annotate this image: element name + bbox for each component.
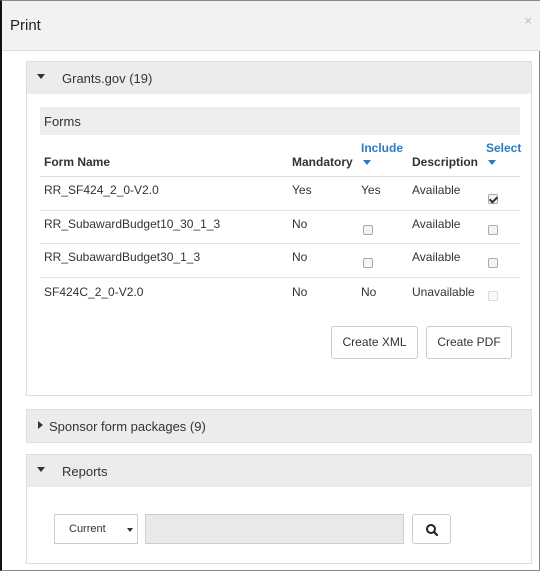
select-checkbox[interactable] [488, 225, 498, 235]
table-row-form-name: SF424C_2_0-V2.0 [44, 285, 144, 299]
reports-panel-title: Reports [62, 464, 108, 479]
reports-panel-header[interactable]: Reports [27, 455, 531, 487]
report-search-input[interactable] [145, 514, 404, 544]
table-row-description: Unavailable [412, 285, 475, 299]
create-pdf-button[interactable]: Create PDF [426, 326, 512, 359]
column-header-form-name: Form Name [44, 155, 111, 169]
forms-section-header: Forms [40, 107, 520, 135]
select-checkbox[interactable] [488, 194, 498, 204]
column-header-mandatory: Mandatory [292, 155, 353, 169]
include-checkbox[interactable] [363, 258, 373, 268]
column-header-include[interactable]: Include [361, 141, 403, 155]
table-header-divider [40, 176, 520, 177]
search-button[interactable] [412, 514, 451, 544]
row-divider [40, 277, 520, 278]
select-checkbox [488, 291, 498, 301]
report-filter-select[interactable]: Current [54, 514, 138, 544]
chevron-down-icon [37, 467, 45, 472]
column-header-select[interactable]: Select [486, 141, 521, 155]
row-divider [40, 243, 520, 244]
chevron-down-icon [127, 528, 133, 532]
search-icon [426, 524, 439, 537]
close-icon[interactable]: × [524, 13, 532, 28]
include-header-label: Include [361, 141, 404, 155]
table-row-mandatory: Yes [292, 183, 312, 197]
row-divider [40, 210, 520, 211]
grants-panel-title: Grants.gov (19) [62, 71, 153, 86]
dialog-title: Print [10, 17, 41, 34]
table-row-form-name: RR_SF424_2_0-V2.0 [44, 183, 159, 197]
select-checkbox[interactable] [488, 258, 498, 268]
sponsor-panel: Sponsor form packages (9) [26, 409, 532, 443]
print-dialog: Print × Grants.gov (19) Forms Form Name … [0, 0, 540, 571]
include-sort-caret-icon[interactable] [363, 160, 371, 165]
table-row-mandatory: No [292, 250, 308, 264]
sponsor-panel-title: Sponsor form packages (9) [49, 419, 206, 434]
column-header-description: Description [412, 155, 479, 169]
select-sort-caret-icon[interactable] [488, 160, 496, 165]
dialog-header: Print × [2, 1, 540, 51]
report-filter-value: Current [69, 523, 106, 535]
table-row-mandatory: No [292, 285, 308, 299]
include-checkbox[interactable] [363, 225, 373, 235]
table-row-include: Yes [361, 183, 381, 197]
chevron-right-icon [38, 421, 43, 429]
select-header-label: Select [486, 141, 522, 155]
reports-panel: Reports [26, 454, 532, 564]
create-xml-button[interactable]: Create XML [331, 326, 418, 359]
table-row-include: No [361, 285, 377, 299]
grants-panel-header[interactable]: Grants.gov (19) [27, 62, 531, 94]
chevron-down-icon [37, 74, 45, 79]
table-row-form-name: RR_SubawardBudget30_1_3 [44, 250, 201, 264]
sponsor-panel-header[interactable]: Sponsor form packages (9) [27, 410, 531, 442]
table-row-description: Available [412, 250, 461, 264]
table-row-form-name: RR_SubawardBudget10_30_1_3 [44, 217, 221, 231]
forms-section-label: Forms [44, 114, 81, 129]
table-row-description: Available [412, 217, 461, 231]
table-row-description: Available [412, 183, 461, 197]
table-row-mandatory: No [292, 217, 308, 231]
